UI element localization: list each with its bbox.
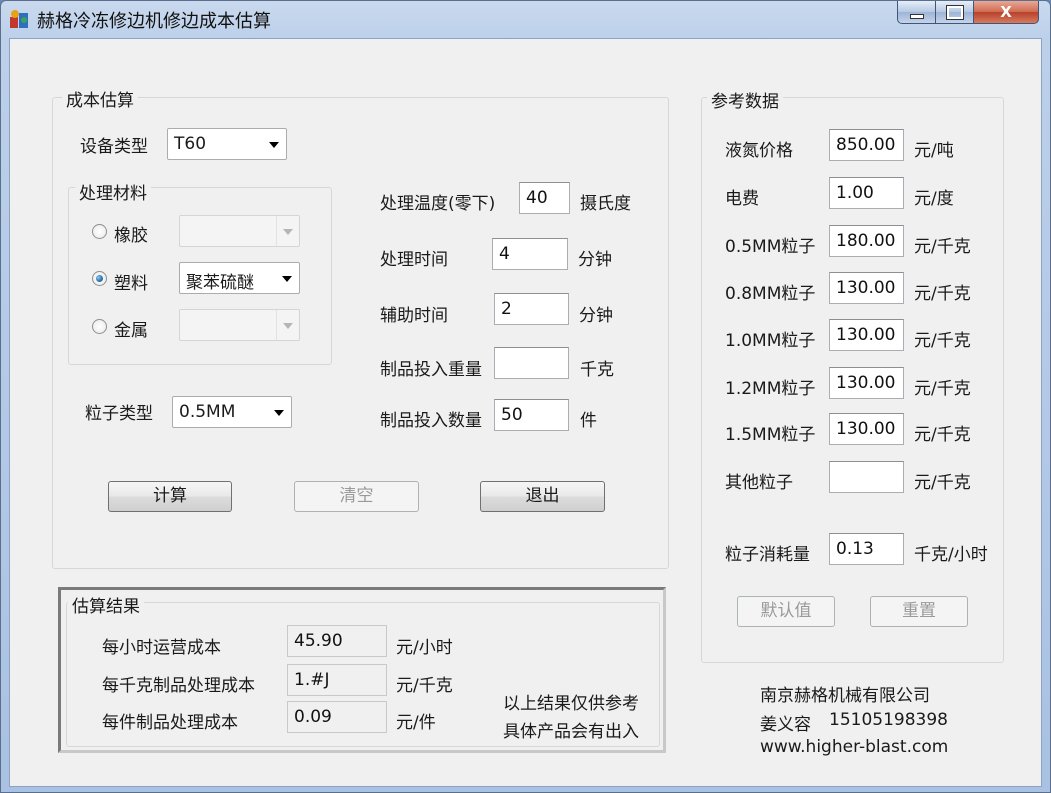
ref-unit-particle-08: 元/千克	[914, 284, 971, 304]
reference-title: 参考数据	[707, 87, 783, 112]
result-note-line1: 以上结果仅供参考	[503, 694, 639, 714]
reset-button[interactable]: 重置	[870, 596, 968, 627]
radio-plastic[interactable]	[92, 271, 107, 286]
ref-unit-electricity: 元/度	[914, 189, 954, 209]
chevron-down-icon	[282, 276, 292, 282]
plastic-material-value: 聚苯硫醚	[186, 273, 254, 293]
company-name: 南京赫格机械有限公司	[760, 686, 930, 706]
chevron-down-icon	[274, 410, 284, 416]
contact-name: 姜义容	[760, 715, 811, 735]
maximize-button[interactable]	[935, 1, 975, 24]
ref-unit-particle-12: 元/千克	[914, 379, 971, 399]
close-button[interactable]: X	[973, 1, 1039, 24]
hourly-cost-label: 每小时运营成本	[102, 638, 221, 658]
ref-input-other-particle[interactable]	[829, 461, 904, 493]
particle-type-value: 0.5MM	[179, 402, 236, 422]
ref-unit-particle-15: 元/千克	[914, 425, 971, 445]
result-title: 估算结果	[68, 592, 144, 617]
per-piece-cost-label: 每件制品处理成本	[102, 713, 238, 733]
ref-input-electricity[interactable]: 1.00	[829, 177, 904, 209]
ref-label-electricity: 电费	[725, 189, 759, 209]
hourly-cost-unit: 元/小时	[396, 638, 453, 658]
ref-unit-other-particle: 元/千克	[914, 473, 971, 493]
temperature-unit: 摄氏度	[580, 194, 631, 214]
ref-label-liquid-nitrogen: 液氮价格	[725, 141, 793, 161]
per-piece-cost-unit: 元/件	[396, 713, 436, 733]
ref-input-particle-08[interactable]: 130.00	[829, 272, 904, 304]
ref-label-particle-12: 1.2MM粒子	[725, 379, 816, 399]
clear-button[interactable]: 清空	[294, 481, 419, 512]
chevron-down-icon	[269, 142, 279, 148]
window-title: 赫格冷冻修边机修边成本估算	[37, 11, 271, 32]
process-time-unit: 分钟	[578, 250, 612, 270]
aux-time-input[interactable]: 2	[494, 293, 569, 325]
process-time-label: 处理时间	[380, 250, 448, 270]
consumption-input[interactable]: 0.13	[829, 533, 904, 565]
ref-input-particle-12[interactable]: 130.00	[829, 367, 904, 399]
ref-input-particle-10[interactable]: 130.00	[829, 319, 904, 351]
plastic-material-select[interactable]: 聚苯硫醚	[179, 262, 300, 294]
radio-rubber[interactable]	[92, 224, 107, 239]
input-count-input[interactable]: 50	[494, 399, 569, 431]
aux-time-label: 辅助时间	[380, 306, 448, 326]
input-weight-label: 制品投入重量	[380, 360, 482, 380]
per-piece-cost-value: 0.09	[287, 701, 387, 733]
radio-plastic-label[interactable]: 塑料	[114, 269, 148, 294]
equipment-type-value: T60	[174, 134, 207, 154]
equipment-type-label: 设备类型	[80, 137, 148, 157]
input-weight-unit: 千克	[580, 360, 614, 380]
process-time-input[interactable]: 4	[492, 238, 568, 270]
metal-material-select[interactable]	[179, 309, 300, 341]
input-weight-input[interactable]	[494, 347, 569, 379]
ref-unit-particle-05: 元/千克	[914, 237, 971, 257]
rubber-material-select[interactable]	[179, 215, 300, 247]
maximize-icon	[946, 4, 964, 20]
ref-label-particle-08: 0.8MM粒子	[725, 284, 816, 304]
per-kg-cost-label: 每千克制品处理成本	[102, 676, 255, 696]
radio-metal[interactable]	[92, 319, 107, 334]
ref-label-particle-10: 1.0MM粒子	[725, 331, 816, 351]
company-website: www.higher-blast.com	[760, 737, 949, 757]
close-icon: X	[1000, 3, 1012, 21]
calculate-button[interactable]: 计算	[108, 481, 232, 512]
title-bar[interactable]: 赫格冷冻修边机修边成本估算 X	[1, 1, 1050, 37]
ref-label-other-particle: 其他粒子	[725, 473, 793, 493]
result-note-line2: 具体产品会有出入	[503, 722, 639, 742]
exit-button[interactable]: 退出	[480, 481, 605, 512]
material-title: 处理材料	[75, 179, 151, 204]
input-count-unit: 件	[580, 411, 597, 431]
consumption-label: 粒子消耗量	[725, 545, 810, 565]
radio-rubber-label[interactable]: 橡胶	[114, 221, 148, 246]
equipment-type-select[interactable]: T60	[167, 128, 287, 160]
chevron-down-icon	[283, 323, 293, 329]
temperature-input[interactable]: 40	[519, 182, 570, 214]
input-count-label: 制品投入数量	[380, 411, 482, 431]
ref-label-particle-05: 0.5MM粒子	[725, 237, 816, 257]
ref-input-particle-15[interactable]: 130.00	[829, 413, 904, 445]
minimize-icon	[910, 13, 924, 19]
temperature-label: 处理温度(零下)	[380, 194, 496, 214]
per-kg-cost-value: 1.#J	[287, 664, 387, 696]
ref-label-particle-15: 1.5MM粒子	[725, 425, 816, 445]
cost-estimate-title: 成本估算	[62, 86, 138, 111]
chevron-down-icon	[283, 229, 293, 235]
ref-input-liquid-nitrogen[interactable]: 850.00	[829, 129, 904, 161]
minimize-button[interactable]	[897, 1, 937, 24]
ref-input-particle-05[interactable]: 180.00	[829, 225, 904, 257]
particle-type-select[interactable]: 0.5MM	[172, 396, 292, 428]
ref-unit-liquid-nitrogen: 元/吨	[914, 141, 954, 161]
aux-time-unit: 分钟	[579, 306, 613, 326]
app-window: 赫格冷冻修边机修边成本估算 X 成本估算 设备类型 T60 处理材料 橡胶 塑料…	[0, 0, 1051, 793]
per-kg-cost-unit: 元/千克	[396, 676, 453, 696]
default-values-button[interactable]: 默认值	[737, 596, 835, 627]
contact-phone: 15105198398	[829, 710, 948, 730]
ref-unit-particle-10: 元/千克	[914, 331, 971, 351]
particle-type-label: 粒子类型	[85, 404, 153, 424]
radio-metal-label[interactable]: 金属	[114, 316, 148, 341]
app-icon	[10, 10, 28, 28]
consumption-unit: 千克/小时	[914, 545, 988, 565]
client-area: 成本估算 设备类型 T60 处理材料 橡胶 塑料 聚苯硫醚 金属 粒子类型 0.…	[9, 38, 1042, 787]
hourly-cost-value: 45.90	[287, 625, 387, 657]
